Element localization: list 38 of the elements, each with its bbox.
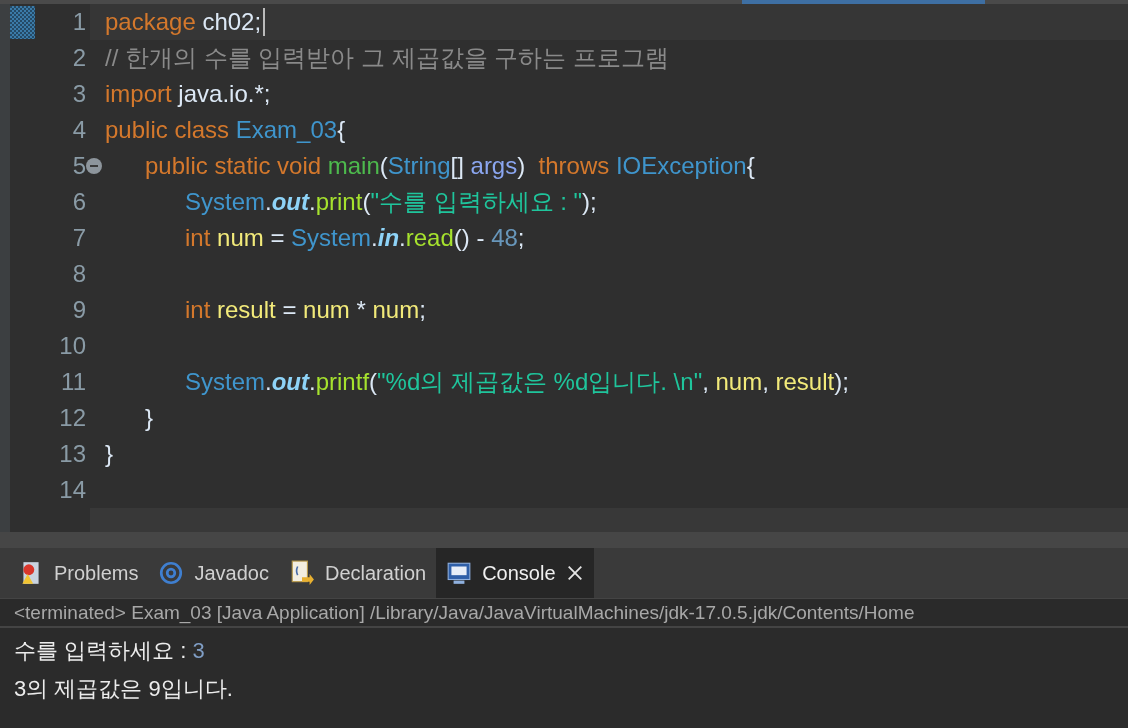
line-number: 6 xyxy=(72,188,86,215)
panel-tab[interactable]: Console xyxy=(436,548,594,598)
code-line: // 한개의 수를 입력받아 그 제곱값을 구하는 프로그램 xyxy=(105,43,669,73)
line-number: 10 xyxy=(59,332,86,359)
line-number: 3 xyxy=(72,80,86,107)
code-line: public class Exam_03{ xyxy=(105,116,346,144)
code-line: System.out.printf("%d의 제곱값은 %d입니다. \n", num, result); xyxy=(184,367,849,397)
code-line: System.out.print("수를 입력하세요 : "); xyxy=(184,187,597,217)
line-number: 2 xyxy=(72,44,86,71)
code-line: int num = System.in.read() - 48; xyxy=(184,224,525,252)
panel-tab[interactable]: Javadoc xyxy=(148,548,279,598)
at-sign-icon xyxy=(158,560,185,586)
panel-tab[interactable]: Declaration xyxy=(279,548,437,598)
line-number: 12 xyxy=(59,404,86,431)
code-line: } xyxy=(105,440,113,468)
line-number: 8 xyxy=(72,260,86,287)
document-arrow-icon xyxy=(289,560,315,586)
monitor-icon xyxy=(446,560,473,586)
line-number: 9 xyxy=(72,296,86,323)
console-output-line: 3의 제곱값은 9입니다. xyxy=(14,675,233,703)
line-number: 7 xyxy=(72,224,86,251)
line-number: 13 xyxy=(59,440,86,467)
console-status: <terminated> Exam_03 [Java Application] /Library/Java/JavaVirtualMachines/jdk-17.0.5.jdk/Contents/Home xyxy=(14,601,915,624)
code-line: int result = num * num; xyxy=(184,296,426,324)
code-line: import java.io.*; xyxy=(105,80,271,108)
panel-tab[interactable]: Problems xyxy=(8,548,149,598)
code-line: } xyxy=(144,404,154,432)
line-number: 1 xyxy=(72,8,86,35)
console-output-line: 수를 입력하세요 : 3 xyxy=(14,637,205,665)
line-number: 14 xyxy=(59,476,86,503)
collapse-icon[interactable] xyxy=(86,158,102,174)
close-icon[interactable] xyxy=(565,564,584,582)
code-line: package ch02; xyxy=(105,8,262,36)
line-number: 11 xyxy=(61,368,86,395)
text-cursor xyxy=(263,8,266,36)
line-number: 4 xyxy=(72,116,86,143)
line-number: 5 xyxy=(72,152,86,179)
code-line: public static void main(String[] args) throws IOException{ xyxy=(144,152,755,180)
